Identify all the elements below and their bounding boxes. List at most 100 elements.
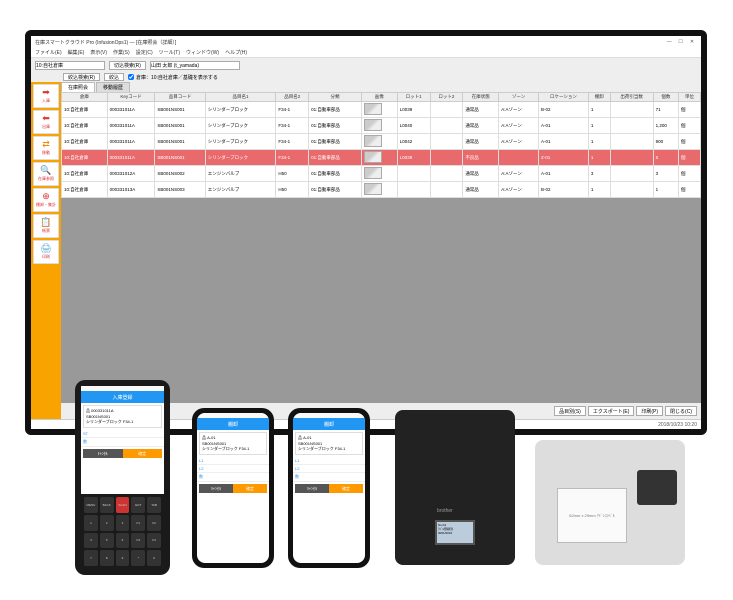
p2-l1: L1 bbox=[295, 458, 305, 463]
p2-confirm[interactable]: 確定 bbox=[329, 484, 363, 493]
minimize-button[interactable]: — bbox=[664, 39, 674, 45]
window-title: 在庫スマートクラウド Pro (InfusionOps1) — [在庫照会（詳細… bbox=[35, 39, 176, 46]
sidebar-label: 印刷 bbox=[42, 254, 50, 260]
p2-cancel[interactable]: ｷｬﾝｾﾙ bbox=[295, 484, 329, 493]
user-field[interactable] bbox=[150, 61, 240, 70]
keypad-key[interactable]: ENT bbox=[131, 497, 145, 513]
item-thumbnail bbox=[364, 183, 382, 195]
sidebar-item[interactable]: 🔍在庫参照 bbox=[33, 162, 59, 186]
column-header[interactable]: 品目名2 bbox=[276, 93, 309, 102]
column-header[interactable]: 分類 bbox=[309, 93, 362, 102]
column-header[interactable]: 個数 bbox=[653, 93, 678, 102]
show-base-label: 倉庫：10:自社倉庫／基礎を表示する bbox=[136, 74, 218, 81]
keypad-key[interactable]: 6 bbox=[116, 533, 130, 549]
keypad-key[interactable]: BACK bbox=[100, 497, 114, 513]
sidebar-item[interactable]: ⬅出庫 bbox=[33, 110, 59, 134]
menu-item[interactable]: ヘルプ(H) bbox=[225, 49, 247, 56]
filter-search-button[interactable]: 絞込検索(R) bbox=[63, 73, 100, 81]
keypad-key[interactable]: 5 bbox=[100, 533, 114, 549]
keypad-key[interactable]: 4 bbox=[84, 533, 98, 549]
ht-screen: 入庫登録 品 000331011A SB001NS001 シリンダーブロック F… bbox=[81, 386, 164, 494]
menu-item[interactable]: 作業(S) bbox=[113, 49, 130, 56]
menu-item[interactable]: 編集(E) bbox=[68, 49, 85, 56]
sidebar-item[interactable]: ⇄移動 bbox=[33, 136, 59, 160]
column-header[interactable]: 単位 bbox=[679, 93, 701, 102]
sidebar: ➡入庫⬅出庫⇄移動🔍在庫参照⊕棚卸・集計📋帳票🖨印刷 bbox=[31, 82, 61, 419]
table-row[interactable]: 10:自社倉庫000331013ASB001NS003エンジンバルブH5001:… bbox=[62, 182, 701, 198]
table-row[interactable]: 10:自社倉庫000331012ASB001NS002エンジンバルブH5001:… bbox=[62, 166, 701, 182]
column-header[interactable]: ロケーション bbox=[539, 93, 589, 102]
toolbar-top: 切込検索(R) bbox=[31, 58, 701, 72]
column-header[interactable]: 出荷引当数 bbox=[610, 93, 653, 102]
sidebar-icon: ⊕ bbox=[42, 192, 50, 201]
data-grid[interactable]: 倉庫Keyコード品目コード品目名1品目名2分類画像ロット1ロット2在庫状態ゾーン… bbox=[61, 92, 701, 403]
printer2-panel bbox=[637, 470, 677, 505]
show-base-checkbox[interactable] bbox=[128, 74, 134, 80]
keypad-key[interactable]: F4 bbox=[147, 533, 161, 549]
title-bar: 在庫スマートクラウド Pro (InfusionOps1) — [在庫照会（詳細… bbox=[31, 36, 701, 48]
main-area: 在庫照会 移動履歴 倉庫Keyコード品目コード品目名1品目名2分類画像ロット1ロ… bbox=[61, 82, 701, 419]
keypad-key[interactable]: 7 bbox=[84, 550, 98, 566]
table-row[interactable]: 10:自社倉庫000331011ASB001NS001シリンダーブロックF34-… bbox=[62, 102, 701, 118]
column-header[interactable]: ロット2 bbox=[430, 93, 463, 102]
p1-confirm[interactable]: 確定 bbox=[233, 484, 267, 493]
handheld-terminal: 入庫登録 品 000331011A SB001NS001 シリンダーブロック F… bbox=[75, 380, 170, 575]
monitor: 在庫スマートクラウド Pro (InfusionOps1) — [在庫照会（詳細… bbox=[25, 30, 707, 435]
sidebar-label: 棚卸・集計 bbox=[36, 202, 56, 208]
keypad-key[interactable]: SCAN bbox=[116, 497, 130, 513]
tab-history[interactable]: 移動履歴 bbox=[96, 82, 130, 92]
p1-qty: 数 bbox=[199, 474, 209, 480]
keypad-key[interactable]: 8 bbox=[100, 550, 114, 566]
filter-button[interactable]: 絞込 bbox=[104, 73, 124, 81]
keypad-key[interactable]: 1 bbox=[84, 515, 98, 531]
p2-name: シリンダーブロック F34-1 bbox=[298, 446, 360, 452]
keypad-key[interactable]: 3 bbox=[116, 515, 130, 531]
table-row[interactable]: 10:自社倉庫000331011ASB001NS001シリンダーブロックF34-… bbox=[62, 134, 701, 150]
keypad-key[interactable]: * bbox=[131, 550, 145, 566]
menu-item[interactable]: ウィンドウ(W) bbox=[186, 49, 219, 56]
table-row[interactable]: 10:自社倉庫000331011ASB001NS001シリンダーブロックF34-… bbox=[62, 118, 701, 134]
ht-confirm-button[interactable]: 確定 bbox=[123, 449, 163, 458]
column-header[interactable]: 画像 bbox=[361, 93, 397, 102]
column-header[interactable]: 棚卸 bbox=[588, 93, 610, 102]
column-header[interactable]: ゾーン bbox=[499, 93, 539, 102]
sidebar-item[interactable]: ➡入庫 bbox=[33, 84, 59, 108]
p2-l2: L2 bbox=[295, 466, 305, 471]
sidebar-item[interactable]: 📋帳票 bbox=[33, 214, 59, 238]
menu-item[interactable]: ファイル(E) bbox=[35, 49, 62, 56]
menu-item[interactable]: 設定(C) bbox=[136, 49, 153, 56]
column-header[interactable]: ロット1 bbox=[397, 93, 430, 102]
tab-inventory[interactable]: 在庫照会 bbox=[61, 82, 95, 92]
column-header[interactable]: 品目コード bbox=[155, 93, 205, 102]
p1-cancel[interactable]: ｷｬﾝｾﾙ bbox=[199, 484, 233, 493]
close-button[interactable]: ✕ bbox=[687, 39, 697, 45]
menu-item[interactable]: 表示(V) bbox=[90, 49, 107, 56]
sidebar-item[interactable]: ⊕棚卸・集計 bbox=[33, 188, 59, 212]
keypad-key[interactable]: TAB bbox=[147, 497, 161, 513]
column-header[interactable]: Keyコード bbox=[107, 93, 155, 102]
mobile-printer: brother No.04 ﾗﾍﾞﾙ登録済 0001/0001 bbox=[395, 410, 515, 565]
keypad-key[interactable]: MENU bbox=[84, 497, 98, 513]
keypad-key[interactable]: F1 bbox=[131, 515, 145, 531]
column-header[interactable]: 倉庫 bbox=[62, 93, 108, 102]
devices-row: 入庫登録 品 000331011A SB001NS001 シリンダーブロック F… bbox=[0, 380, 733, 580]
keypad-key[interactable]: F2 bbox=[147, 515, 161, 531]
keypad-key[interactable]: 0 bbox=[147, 550, 161, 566]
menu-item[interactable]: ツール(T) bbox=[159, 49, 180, 56]
maximize-button[interactable]: ☐ bbox=[676, 39, 686, 45]
keypad-key[interactable]: 9 bbox=[116, 550, 130, 566]
p1-appbar: 棚卸 bbox=[197, 418, 269, 430]
ht-cancel-button[interactable]: ｷｬﾝｾﾙ bbox=[83, 449, 123, 458]
keypad-key[interactable]: F3 bbox=[131, 533, 145, 549]
sidebar-label: 移動 bbox=[42, 150, 50, 156]
sidebar-label: 出庫 bbox=[42, 124, 50, 130]
switch-search-button[interactable]: 切込検索(R) bbox=[109, 61, 146, 70]
keypad-key[interactable]: 2 bbox=[100, 515, 114, 531]
warehouse-field[interactable] bbox=[35, 61, 105, 70]
column-header[interactable]: 品目名1 bbox=[205, 93, 276, 102]
column-header[interactable]: 在庫状態 bbox=[463, 93, 499, 102]
label-printer: 62mm x 29mm ｱﾄﾞﾚｽﾗﾍﾞﾙ bbox=[535, 440, 685, 565]
sidebar-item[interactable]: 🖨印刷 bbox=[33, 240, 59, 264]
item-thumbnail bbox=[364, 167, 382, 179]
table-row[interactable]: 10:自社倉庫000331011ASB001NS001シリンダーブロックF34-… bbox=[62, 150, 701, 166]
